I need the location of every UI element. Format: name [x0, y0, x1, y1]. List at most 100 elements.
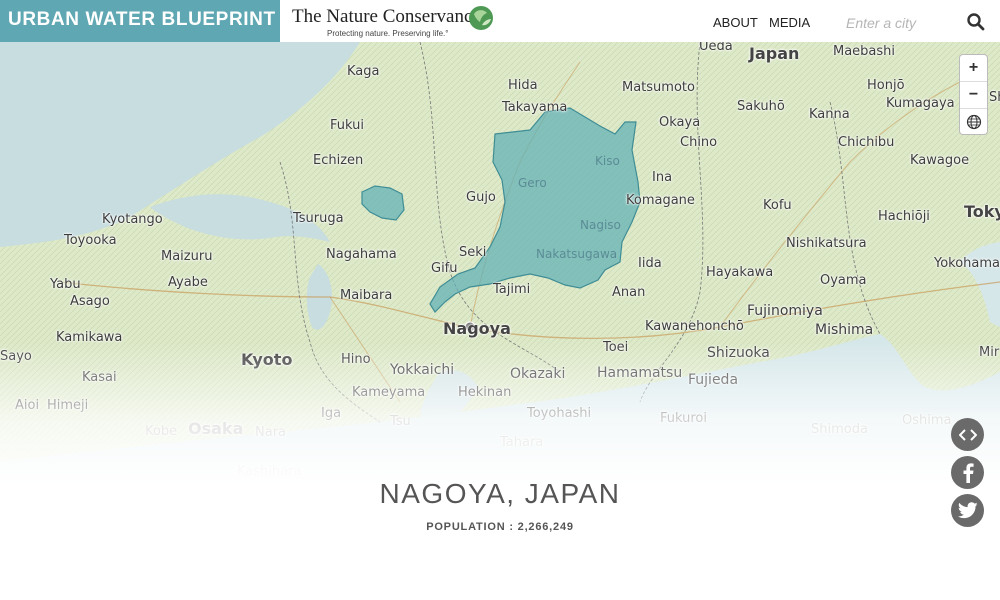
map-label: Komagane	[626, 193, 695, 208]
globe-icon	[966, 114, 981, 130]
map-label: Mishima	[815, 322, 874, 338]
map-label: Osaka	[188, 419, 244, 438]
map-label: Echizen	[313, 153, 364, 168]
map-label: Gifu	[431, 261, 458, 276]
embed-code-icon	[958, 428, 977, 441]
map-label: Kyoto	[241, 350, 293, 369]
map-label: Yabu	[50, 277, 81, 292]
map-label: Oyama	[820, 273, 867, 288]
map-label: Yokkaichi	[390, 362, 455, 378]
map-label: Oshima	[902, 413, 952, 428]
zoom-in-button[interactable]: +	[960, 55, 987, 82]
map-label: Toyooka	[64, 233, 117, 248]
map-label: Hida	[508, 78, 538, 93]
map-label: Sayo	[0, 349, 32, 364]
twitter-button[interactable]	[951, 494, 984, 527]
map-label: Anan	[612, 285, 646, 300]
map-label: Okaya	[659, 115, 701, 130]
tnc-tagline: Protecting nature. Preserving life.°	[327, 29, 449, 38]
map-label: Ina	[652, 170, 673, 185]
tnc-logo[interactable]: The Nature Conservancy Protecting nature…	[292, 4, 502, 40]
map-label: Tajimi	[493, 282, 531, 297]
map-label: Himeji	[47, 398, 89, 413]
facebook-icon	[963, 462, 974, 483]
map-label: Nagiso	[580, 218, 621, 232]
map-label: Toyohashi	[527, 406, 592, 421]
population: POPULATION : 2,266,249	[426, 521, 574, 533]
map-label: Asago	[70, 294, 110, 309]
map-label: Kobe	[145, 424, 178, 439]
map-label: Mir	[979, 345, 1000, 360]
map-label: Hino	[341, 352, 371, 367]
map-label: Hamamatsu	[597, 365, 683, 381]
globe-leaf-icon	[469, 6, 493, 30]
brand-logo[interactable]: URBAN WATER BLUEPRINT	[0, 0, 280, 42]
map-label: Kameyama	[352, 385, 426, 400]
map-label: Shizuoka	[707, 345, 770, 361]
map-label: Nagoya	[443, 319, 511, 338]
brand-title: URBAN WATER BLUEPRINT	[8, 9, 276, 30]
twitter-icon	[957, 502, 978, 519]
map-label: Kaga	[347, 64, 380, 79]
nav-about[interactable]: ABOUT	[713, 15, 758, 30]
map-label: Tsu	[390, 414, 411, 429]
map-label: Tsuruga	[293, 211, 344, 226]
search-input[interactable]	[846, 13, 946, 33]
map-label: Honjō	[867, 78, 905, 93]
map-label: Hekinan	[458, 385, 512, 400]
map-label: Kyotango	[102, 212, 163, 227]
zoom-control: + −	[960, 55, 987, 134]
map-label: Kawanehonchō	[645, 319, 744, 334]
map-label: Fujieda	[688, 372, 739, 388]
map-label: Chichibu	[838, 135, 895, 150]
map-label: Gujo	[466, 190, 496, 205]
map-label: Kumagaya	[886, 96, 955, 111]
facebook-button[interactable]	[951, 456, 984, 489]
map-label: Iga	[321, 406, 342, 421]
map-label: Kashihara	[237, 464, 302, 479]
map-label: Fujinomiya	[747, 303, 823, 319]
map-label: Matsumoto	[622, 80, 695, 95]
map-label: Fukui	[330, 118, 364, 133]
map-label: Nagahama	[326, 247, 397, 262]
map-label: Kanna	[809, 107, 850, 122]
map-label: Nara	[255, 425, 287, 440]
map-terrain	[0, 42, 1000, 482]
map-label: Maibara	[340, 288, 393, 303]
map-label: Hachiōji	[878, 209, 930, 224]
map-label: Toei	[603, 340, 629, 355]
map-label: Okazaki	[510, 366, 566, 382]
globe-button[interactable]	[960, 109, 987, 135]
map-label: Ueda	[699, 42, 733, 54]
map-label: Ayabe	[168, 275, 208, 290]
map-label: Kofu	[763, 198, 792, 213]
map-label: Yokohama	[934, 256, 1000, 271]
header: URBAN WATER BLUEPRINT The Nature Conserv…	[0, 0, 1000, 42]
map-label: Maebashi	[833, 44, 896, 59]
search-icon[interactable]	[966, 12, 986, 32]
nav-media[interactable]: MEDIA	[769, 15, 810, 30]
map-label: Fukuroi	[660, 411, 707, 426]
embed-button[interactable]	[951, 418, 984, 451]
map-label: Sakuhō	[737, 99, 785, 114]
map-label: Maizuru	[161, 249, 213, 264]
map-label: Iida	[638, 256, 662, 271]
map-label: Kasai	[82, 370, 117, 385]
map-label: Gero	[518, 176, 547, 190]
map-label: Toky	[964, 202, 1000, 221]
map-label: Chino	[680, 135, 718, 150]
city-title: NAGOYA, JAPAN	[379, 478, 621, 509]
map-label: Takayama	[502, 100, 568, 115]
map-label: Nishikatsura	[786, 236, 867, 251]
zoom-out-button[interactable]: −	[960, 82, 987, 109]
map-label: Kiso	[595, 154, 620, 168]
map-label: Japan	[749, 44, 800, 63]
map-label: Kawagoe	[910, 153, 970, 168]
map-label: Hayakawa	[706, 265, 774, 280]
tnc-name: The Nature Conservancy	[292, 6, 482, 27]
map[interactable]: Ueda Japan Maebashi Kaga Hida Matsumoto …	[0, 42, 1000, 482]
map-label: Nakatsugawa	[536, 247, 618, 261]
map-label: Tahara	[500, 435, 544, 450]
map-label: Aioi	[15, 398, 40, 413]
map-label: Shimoda	[811, 422, 868, 437]
